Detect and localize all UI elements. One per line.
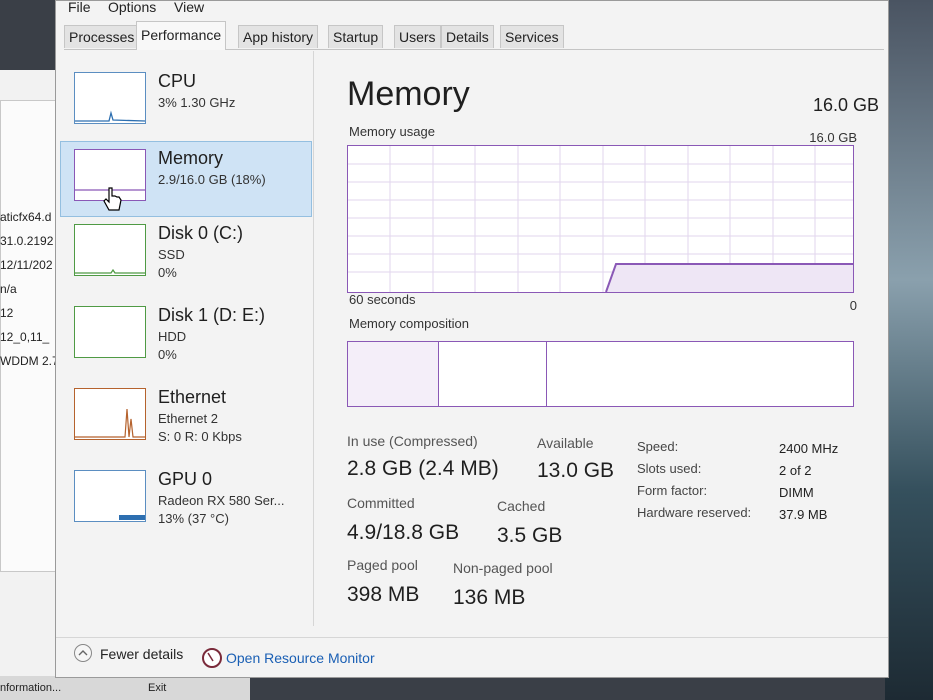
footer-bar: Fewer details Open Resource Monitor xyxy=(56,637,888,678)
sidebar-item-title: Disk 0 (C:) xyxy=(158,223,243,243)
bg-line-4: n/a xyxy=(0,282,17,296)
sidebar-item-memory[interactable]: Memory 2.9/16.0 GB (18%) xyxy=(60,141,312,217)
total-memory: 16.0 GB xyxy=(812,95,879,115)
memory-composition-label: Memory composition xyxy=(349,316,469,331)
sidebar-item-title: Ethernet xyxy=(158,387,227,407)
in-use-label: In use (Compressed) xyxy=(347,433,478,449)
sidebar-item-detail: 3% 1.30 GHz xyxy=(158,95,236,110)
bg-line-7: WDDM 2.7 xyxy=(0,354,59,368)
background-bottom-bar: nformation... Exit xyxy=(0,676,250,700)
composition-modified xyxy=(439,342,547,406)
non-paged-pool-label: Non-paged pool xyxy=(453,560,553,576)
bg-line-6: 12_0,11_ xyxy=(0,330,50,344)
menu-view[interactable]: View xyxy=(174,0,204,15)
tab-bar: Processes Performance App history Startu… xyxy=(64,21,884,50)
background-information-link[interactable]: nformation... xyxy=(0,682,61,694)
speed-value: 2400 MHz xyxy=(779,441,839,456)
sidebar-item-detail: Radeon RX 580 Ser... xyxy=(158,493,285,508)
memory-detail-panel: Memory 16.0 GB Memory usage 16.0 GB 60 s… xyxy=(339,71,879,631)
bg-line-3: 12/11/202 xyxy=(0,258,53,272)
cpu-thumbnail-graph xyxy=(74,72,146,124)
bg-line-2: 31.0.2192 xyxy=(0,234,54,248)
menu-bar: File Options View xyxy=(56,0,888,17)
non-paged-pool-value: 136 MB xyxy=(453,586,526,609)
sidebar-item-gpu-0[interactable]: GPU 0 Radeon RX 580 Ser... 13% (37 °C) xyxy=(61,463,313,537)
graph-min-label: 0 xyxy=(849,298,857,313)
task-manager-window: File Options View Processes Performance … xyxy=(55,0,889,678)
sidebar-item-usage: 13% (37 °C) xyxy=(158,511,229,526)
memory-usage-plot xyxy=(348,146,853,293)
sidebar-item-cpu[interactable]: CPU 3% 1.30 GHz xyxy=(61,65,313,139)
tab-services[interactable]: Services xyxy=(500,25,564,48)
sidebar-item-usage: 0% xyxy=(158,265,177,280)
sidebar-item-title: GPU 0 xyxy=(158,469,213,489)
sidebar-item-title: Disk 1 (D: E:) xyxy=(158,305,266,325)
sidebar-item-detail: SSD xyxy=(158,247,185,262)
page-title: Memory xyxy=(347,75,470,113)
cached-value: 3.5 GB xyxy=(497,524,563,547)
slots-value: 2 of 2 xyxy=(779,463,812,478)
composition-standby-free xyxy=(547,342,853,406)
resource-sidebar: CPU 3% 1.30 GHz Memory 2.9/16.0 GB (18%)… xyxy=(60,51,314,626)
committed-label: Committed xyxy=(347,495,415,511)
ethernet-thumbnail-graph xyxy=(74,388,146,440)
hardware-reserved-value: 37.9 MB xyxy=(779,507,828,522)
tab-app-history[interactable]: App history xyxy=(238,25,319,48)
disk1-thumbnail-graph xyxy=(74,306,146,358)
paged-pool-value: 398 MB xyxy=(347,583,420,606)
bg-line-5: 12 xyxy=(0,306,14,320)
form-factor-value: DIMM xyxy=(779,485,814,500)
memory-composition-bar xyxy=(347,341,854,407)
available-label: Available xyxy=(537,435,594,451)
slots-key: Slots used: xyxy=(637,461,702,476)
committed-value: 4.9/18.8 GB xyxy=(347,521,460,544)
sidebar-item-usage: 0% xyxy=(158,347,177,362)
available-value: 13.0 GB xyxy=(537,459,615,482)
tab-performance[interactable]: Performance xyxy=(136,21,227,50)
sidebar-item-disk-0[interactable]: Disk 0 (C:) SSD 0% xyxy=(61,217,313,291)
chevron-up-icon[interactable] xyxy=(74,644,92,662)
desktop-background xyxy=(885,0,933,700)
tab-users[interactable]: Users xyxy=(394,25,441,48)
form-factor-key: Form factor: xyxy=(637,483,708,498)
sidebar-item-title: Memory xyxy=(158,148,224,168)
sidebar-item-usage: S: 0 R: 0 Kbps xyxy=(158,429,242,444)
speed-key: Speed: xyxy=(637,439,679,454)
bg-line-1: aticfx64.d xyxy=(0,210,52,224)
hardware-reserved-key: Hardware reserved: xyxy=(637,505,752,520)
memory-usage-label: Memory usage xyxy=(349,124,435,139)
background-exit-button[interactable]: Exit xyxy=(148,682,166,694)
memory-usage-graph xyxy=(347,145,854,293)
time-span-label: 60 seconds xyxy=(349,292,416,307)
paged-pool-label: Paged pool xyxy=(347,557,418,573)
sidebar-item-detail: 2.9/16.0 GB (18%) xyxy=(158,172,266,187)
composition-in-use xyxy=(348,342,439,406)
open-resource-monitor-link[interactable]: Open Resource Monitor xyxy=(226,650,375,666)
sidebar-item-detail: HDD xyxy=(158,329,187,344)
memory-usage-max: 16.0 GB xyxy=(809,130,857,145)
gpu-thumbnail-graph xyxy=(74,470,146,522)
sidebar-item-title: CPU xyxy=(158,71,197,91)
in-use-value: 2.8 GB (2.4 MB) xyxy=(347,457,499,480)
fewer-details-button[interactable]: Fewer details xyxy=(100,646,183,662)
tab-details[interactable]: Details xyxy=(441,25,494,48)
sidebar-item-ethernet[interactable]: Ethernet Ethernet 2 S: 0 R: 0 Kbps xyxy=(61,381,313,455)
cached-label: Cached xyxy=(497,498,546,514)
tab-startup[interactable]: Startup xyxy=(328,25,384,48)
disk0-thumbnail-graph xyxy=(74,224,146,276)
resource-monitor-icon[interactable] xyxy=(202,648,222,668)
hand-cursor-icon xyxy=(103,187,122,211)
menu-options[interactable]: Options xyxy=(108,0,156,15)
sidebar-item-detail: Ethernet 2 xyxy=(158,411,218,426)
sidebar-item-disk-1[interactable]: Disk 1 (D: E:) HDD 0% xyxy=(61,299,313,373)
tab-processes[interactable]: Processes xyxy=(64,25,140,48)
menu-file[interactable]: File xyxy=(68,0,91,15)
